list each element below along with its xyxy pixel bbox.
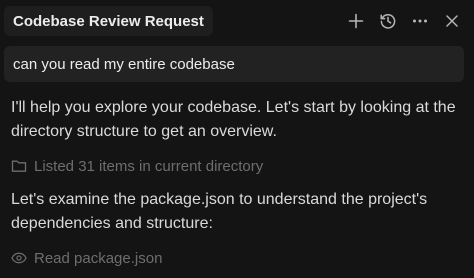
more-options-button[interactable] (410, 11, 430, 31)
close-button[interactable] (442, 11, 462, 31)
user-query-message: can you read my entire codebase (4, 46, 464, 82)
tool-call-read-label: Read package.json (34, 249, 163, 267)
assistant-intro-text: I'll help you explore your codebase. Let… (11, 99, 456, 140)
header-actions (346, 10, 462, 32)
eye-icon (11, 250, 27, 266)
close-icon (446, 15, 458, 27)
panel-header: Codebase Review Request (0, 0, 474, 42)
assistant-followup-text: Let's examine the package.json to unders… (11, 191, 428, 232)
user-query-text: can you read my entire codebase (13, 55, 235, 73)
history-button[interactable] (378, 11, 398, 31)
chat-panel: Codebase Review Request can you read my … (0, 0, 474, 278)
tool-call-list-label: Listed 31 items in current directory (34, 157, 264, 175)
more-icon (413, 19, 427, 23)
tool-call-read-file[interactable]: Read package.json (11, 246, 467, 270)
history-icon (380, 14, 396, 29)
tool-call-list-directory[interactable]: Listed 31 items in current directory (11, 154, 467, 178)
conversation-title: Codebase Review Request (13, 12, 204, 30)
folder-icon (11, 158, 27, 174)
assistant-response: I'll help you explore your codebase. Let… (11, 94, 467, 270)
plus-icon (348, 13, 364, 29)
new-chat-button[interactable] (346, 11, 366, 31)
conversation-title-tab[interactable]: Codebase Review Request (4, 6, 213, 36)
